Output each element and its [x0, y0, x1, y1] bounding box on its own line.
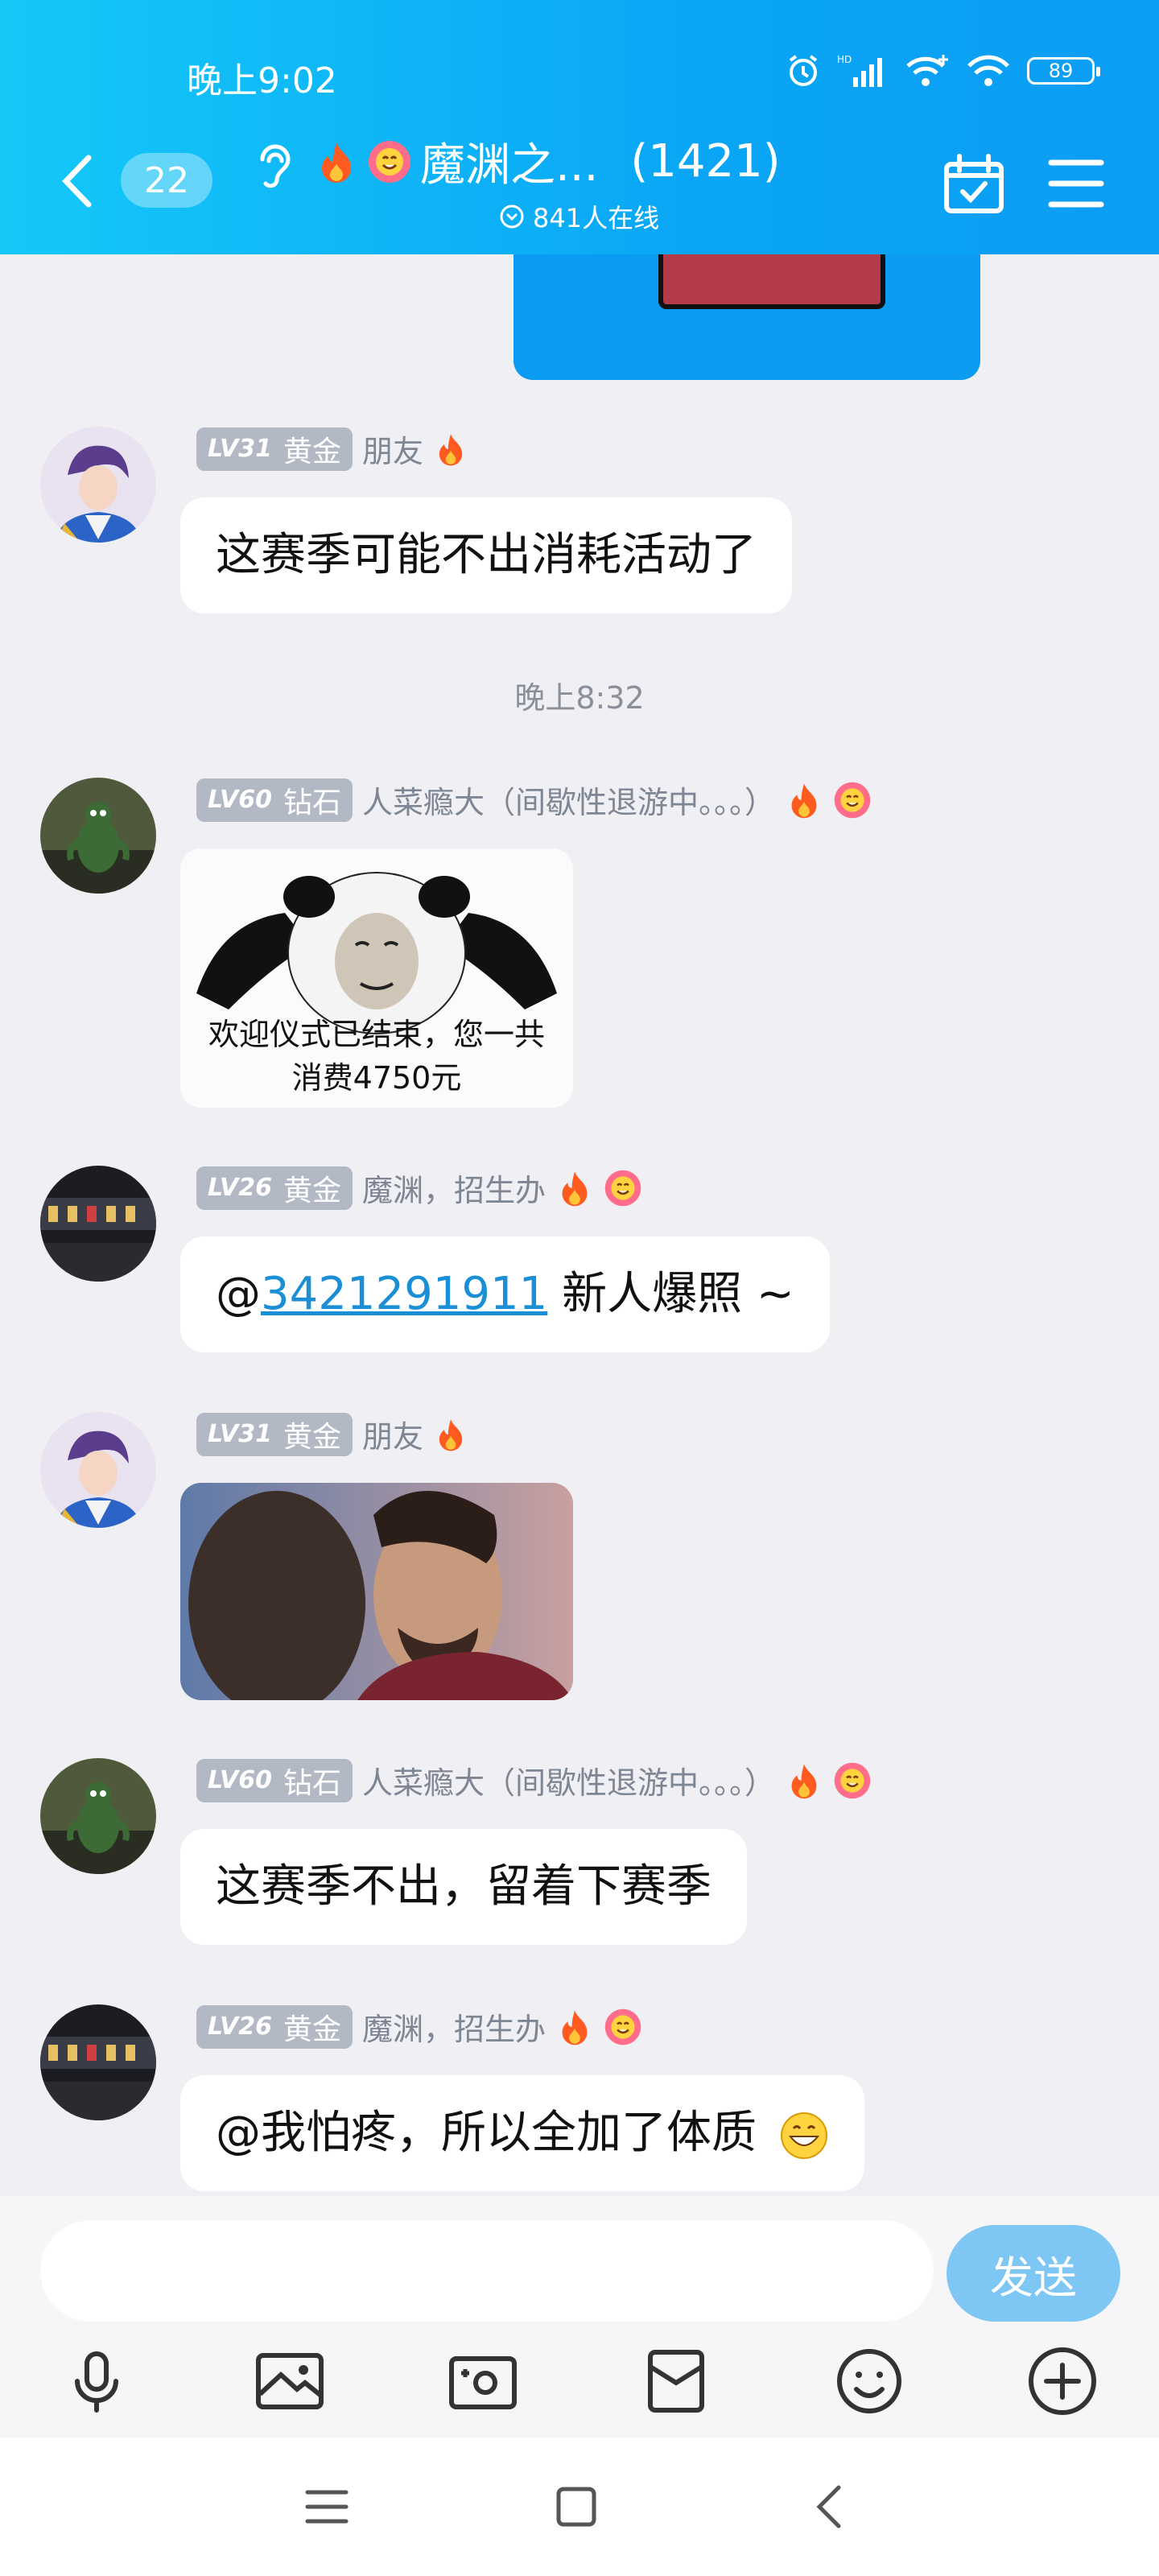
group-title: 魔渊之... [420, 139, 599, 192]
nav-back-button[interactable] [800, 2478, 858, 2536]
status-time: 晚上9:02 [187, 60, 337, 101]
smiley-icon [837, 2349, 901, 2413]
sender-name[interactable]: 朋友 [362, 1412, 423, 1456]
fire-icon [439, 433, 463, 465]
square-icon [556, 2487, 596, 2527]
red-packet-button[interactable] [637, 2343, 715, 2420]
signal-icon: HD [837, 54, 882, 87]
camera-icon [449, 2356, 517, 2409]
grin-emoji-icon [780, 2112, 827, 2159]
member-count: (1421) [630, 135, 781, 188]
sender-name[interactable]: 魔渊，招生办 [362, 2004, 546, 2049]
chevron-circle-icon [500, 204, 524, 229]
sender-meta: LV60 钻石 人菜瘾大（间歇性退游中。。。） [196, 778, 872, 822]
fire-icon [439, 1418, 463, 1451]
fire-icon [791, 782, 817, 818]
avatar[interactable] [40, 1412, 156, 1528]
send-button[interactable]: 发送 [947, 2225, 1120, 2322]
system-navbar [0, 2438, 1159, 2576]
flower-smile-icon [834, 1762, 871, 1798]
sender-name[interactable]: 魔渊，招生办 [362, 1166, 546, 1210]
mention-link[interactable]: 3421291911 [261, 1268, 547, 1320]
sticker-caption: 欢迎仪式已结束，您一共 消费4750元 [208, 1017, 545, 1096]
level-badge: LV60 钻石 [196, 778, 353, 822]
sender-name[interactable]: 人菜瘾大（间歇性退游中。。。） [362, 1758, 775, 1802]
avatar[interactable] [40, 1758, 156, 1874]
message-bubble[interactable]: 这赛季不出，留着下赛季 [180, 1829, 747, 1945]
chat-messages[interactable]: LV31 黄金 朋友 这赛季可能不出消耗活动了 晚上8:32 LV60 钻石 人菜瘾… [0, 254, 1159, 2196]
avatar[interactable] [40, 778, 156, 894]
red-packet-icon [648, 2350, 704, 2413]
nav-menu-button[interactable] [298, 2478, 356, 2536]
flower-smile-icon [604, 1170, 641, 1206]
unread-badge[interactable]: 22 [121, 153, 212, 208]
level-badge: LV60 钻石 [196, 1758, 353, 1802]
more-button[interactable] [1024, 2343, 1101, 2420]
microphone-icon [75, 2351, 118, 2413]
voice-button[interactable] [58, 2343, 135, 2420]
flower-smile-icon [604, 2008, 641, 2045]
camera-button[interactable] [444, 2343, 522, 2420]
message-bubble[interactable]: 这赛季可能不出消耗活动了 [180, 497, 792, 613]
message-bubble[interactable]: @我怕疼，所以全加了体质 [180, 2075, 864, 2191]
level-badge: LV26 黄金 [196, 2004, 353, 2049]
svg-text:HD: HD [837, 54, 852, 65]
fire-icon [562, 1170, 588, 1206]
ear-icon[interactable] [251, 138, 296, 195]
avatar[interactable] [40, 2004, 156, 2120]
group-title-row[interactable]: 魔渊之... (1421) [314, 129, 781, 194]
time-separator: 晚上8:32 [514, 680, 645, 716]
chat-header: 晚上9:02 HD 89 22 魔渊之... (1421) 841人在线 [0, 0, 1159, 254]
online-status[interactable]: 841人在线 [499, 198, 659, 235]
back-chevron-icon [816, 2485, 841, 2529]
message-input[interactable] [40, 2220, 934, 2322]
calendar-check-icon[interactable] [942, 153, 1006, 217]
menu-icon[interactable] [1048, 158, 1104, 209]
avatar[interactable] [40, 427, 156, 543]
wifi-plus-icon [906, 55, 948, 86]
wifi-icon [967, 55, 1009, 86]
sender-meta: LV31 黄金 朋友 [196, 427, 468, 471]
avatar[interactable] [40, 1166, 156, 1282]
photo-graphic [180, 1483, 573, 1700]
level-badge: LV31 黄金 [196, 1412, 353, 1456]
input-bar: 发送 [0, 2196, 1159, 2438]
sender-name[interactable]: 人菜瘾大（间歇性退游中。。。） [362, 778, 775, 822]
image-icon [256, 2353, 324, 2409]
emoji-button[interactable] [831, 2343, 908, 2420]
level-badge: LV26 黄金 [196, 1166, 353, 1210]
level-badge: LV31 黄金 [196, 427, 353, 471]
alarm-icon [789, 55, 818, 86]
flower-smile-icon [834, 782, 871, 818]
photo-image[interactable] [180, 1483, 573, 1700]
plus-circle-icon [1029, 2347, 1096, 2415]
previous-image-message[interactable] [514, 254, 980, 380]
sender-name[interactable]: 朋友 [362, 427, 423, 471]
fire-icon [322, 142, 351, 183]
status-icons: HD 89 [786, 53, 1100, 89]
photo-button[interactable] [251, 2343, 328, 2420]
flower-smile-icon [369, 140, 410, 183]
menu-icon [305, 2490, 349, 2524]
sender-meta: LV60 钻石 人菜瘾大（间歇性退游中。。。） [196, 1758, 872, 1802]
back-arrow-icon[interactable] [58, 153, 97, 209]
sender-meta: LV26 黄金 魔渊，招生办 [196, 2004, 642, 2049]
sender-meta: LV31 黄金 朋友 [196, 1412, 468, 1456]
sender-meta: LV26 黄金 魔渊，招生办 [196, 1166, 642, 1210]
fire-icon [562, 2009, 588, 2045]
nav-home-button[interactable] [547, 2478, 605, 2536]
battery-indicator: 89 [1027, 57, 1100, 85]
sticker-image[interactable]: 欢迎仪式已结束，您一共 消费4750元 [180, 848, 573, 1108]
fire-icon [791, 1763, 817, 1798]
online-count: 841人在线 [533, 203, 660, 233]
message-bubble[interactable]: @3421291911 新人爆照 ~ [180, 1236, 830, 1352]
